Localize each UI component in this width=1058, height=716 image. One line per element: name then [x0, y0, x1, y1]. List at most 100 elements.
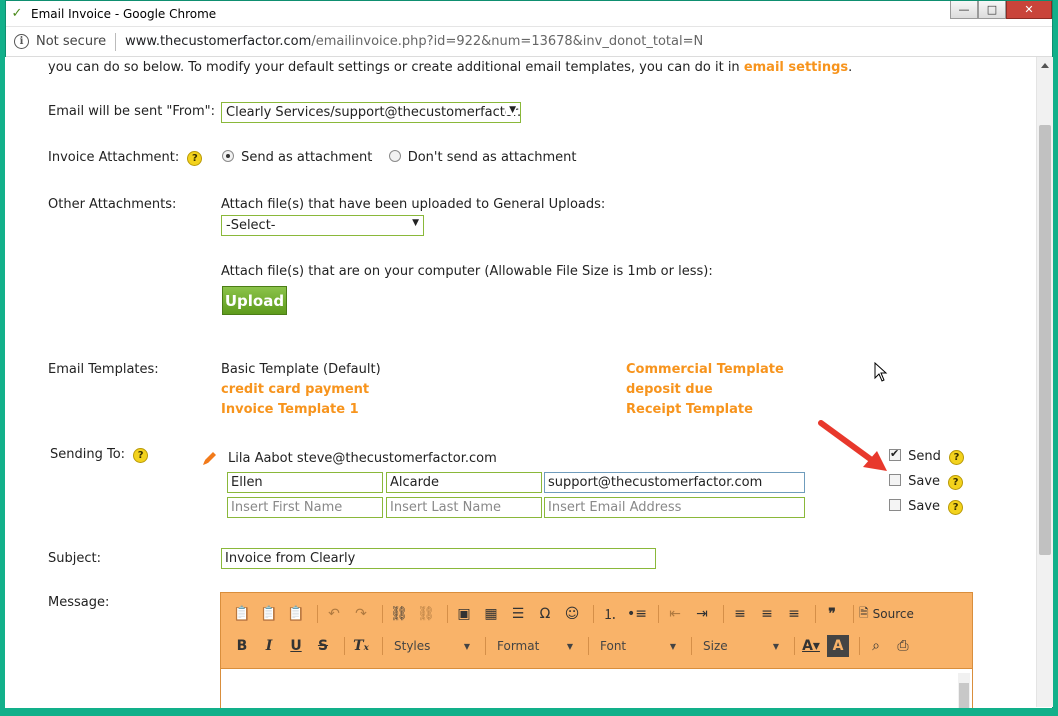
close-button[interactable]: ✕: [1006, 1, 1052, 19]
editor-toolbar-row-1: 📋 📋 📋 ↶ ↷ ⛓ ⛓ ▣ ▦ ☰ Ω ☺ ⒈ •≡ ⇤ ⇥ ≡ ≡ ≡ ❞…: [231, 601, 919, 627]
from-select[interactable]: Clearly Services/support@thecustomerfact…: [221, 102, 521, 123]
chevron-down-icon: ▼: [566, 641, 573, 651]
horizontal-line-icon[interactable]: ☰: [507, 603, 529, 625]
intro-trailing: .: [848, 60, 853, 75]
email-input[interactable]: [544, 472, 805, 493]
align-center-icon[interactable]: ≡: [756, 603, 778, 625]
toolbar-divider: [588, 637, 589, 655]
align-right-icon[interactable]: ≡: [783, 603, 805, 625]
send-label: Send: [908, 449, 941, 464]
image-icon[interactable]: ▣: [453, 603, 475, 625]
link-icon[interactable]: ⛓: [388, 603, 410, 625]
last-name-input[interactable]: [386, 472, 542, 493]
page-scrollbar[interactable]: [1036, 57, 1053, 707]
italic-icon[interactable]: I: [258, 635, 280, 657]
first-name-input[interactable]: [227, 472, 383, 493]
numbered-list-icon[interactable]: ⒈: [599, 603, 621, 625]
blockquote-icon[interactable]: ❞: [821, 603, 843, 625]
edit-pencil-icon[interactable]: [201, 449, 219, 467]
help-icon[interactable]: ?: [133, 448, 149, 463]
preview-icon[interactable]: ⌕: [865, 635, 887, 657]
background-color-icon[interactable]: A: [827, 635, 849, 657]
sending-to-text: Sending To:: [50, 447, 126, 462]
template-deposit-due[interactable]: deposit due: [626, 382, 713, 397]
redo-icon[interactable]: ↷: [350, 603, 372, 625]
styles-dropdown[interactable]: Styles ▼: [388, 635, 476, 657]
maximize-button[interactable]: □: [978, 1, 1006, 19]
save-checkbox-2[interactable]: [889, 499, 901, 511]
chevron-down-icon: ▼: [409, 218, 419, 228]
general-uploads-select[interactable]: -Select- ▼: [221, 215, 424, 236]
subject-input[interactable]: [221, 548, 656, 569]
unlink-icon[interactable]: ⛓: [415, 603, 437, 625]
special-character-icon[interactable]: Ω: [534, 603, 556, 625]
text-color-icon[interactable]: A▾: [800, 635, 822, 657]
dont-send-attachment-radio[interactable]: [388, 150, 401, 162]
toolbar-divider: [382, 637, 383, 655]
template-invoice-1[interactable]: Invoice Template 1: [221, 402, 359, 417]
dont-send-attachment-label[interactable]: Don't send as attachment: [408, 150, 577, 165]
new-last-name-input[interactable]: [386, 497, 542, 518]
outdent-icon[interactable]: ⇤: [664, 603, 686, 625]
source-doc-icon: 🗎: [859, 605, 869, 620]
chevron-down-icon: ▼: [506, 105, 516, 115]
address-bar[interactable]: i Not secure www.thecustomerfactor.com/e…: [6, 27, 1052, 57]
new-email-input[interactable]: [544, 497, 805, 518]
sending-to-label: Sending To: ?: [50, 447, 149, 463]
template-basic[interactable]: Basic Template (Default): [221, 362, 381, 377]
copy-icon[interactable]: 📋: [258, 603, 280, 625]
toolbar-divider: [691, 637, 692, 655]
strikethrough-icon[interactable]: S: [312, 635, 334, 657]
indent-icon[interactable]: ⇥: [691, 603, 713, 625]
font-dropdown[interactable]: Font ▼: [594, 635, 682, 657]
smiley-icon[interactable]: ☺: [561, 603, 583, 625]
send-as-attachment-radio[interactable]: [222, 150, 234, 162]
help-icon[interactable]: ?: [187, 151, 203, 166]
security-label[interactable]: Not secure: [36, 34, 106, 49]
undo-icon[interactable]: ↶: [323, 603, 345, 625]
page-content: you can do so below. To modify your defa…: [5, 57, 1035, 711]
message-body[interactable]: [221, 668, 972, 711]
from-label: Email will be sent "From":: [48, 104, 215, 119]
url-path: /emailinvoice.php?id=922&num=13678&inv_d…: [311, 34, 704, 49]
url-text[interactable]: www.thecustomerfactor.com/emailinvoice.p…: [125, 34, 703, 49]
editor-scroll-thumb[interactable]: [959, 683, 969, 711]
cut-icon[interactable]: 📋: [231, 603, 253, 625]
chevron-down-icon: ▼: [463, 641, 470, 651]
message-editor: 📋 📋 📋 ↶ ↷ ⛓ ⛓ ▣ ▦ ☰ Ω ☺ ⒈ •≡ ⇤ ⇥ ≡ ≡ ≡ ❞…: [220, 592, 973, 711]
paste-icon[interactable]: 📋: [285, 603, 307, 625]
send-option: Send ?: [889, 447, 965, 465]
send-as-attachment-label[interactable]: Send as attachment: [241, 150, 372, 165]
template-commercial[interactable]: Commercial Template: [626, 362, 784, 377]
new-first-name-input[interactable]: [227, 497, 383, 518]
toolbar-divider: [815, 605, 816, 623]
template-credit-card-payment[interactable]: credit card payment: [221, 382, 369, 397]
chevron-down-icon: ▼: [669, 641, 676, 651]
bulleted-list-icon[interactable]: •≡: [626, 603, 648, 625]
window-title: Email Invoice - Google Chrome: [31, 6, 217, 21]
underline-icon[interactable]: U: [285, 635, 307, 657]
editor-scrollbar[interactable]: [958, 673, 970, 711]
print-icon[interactable]: ⎙: [892, 635, 914, 657]
info-icon[interactable]: i: [14, 34, 29, 49]
toolbar-divider: [593, 605, 594, 623]
scroll-up-icon[interactable]: [1041, 63, 1049, 68]
email-settings-link[interactable]: email settings: [744, 60, 848, 75]
help-icon[interactable]: ?: [948, 500, 964, 515]
table-icon[interactable]: ▦: [480, 603, 502, 625]
help-icon[interactable]: ?: [949, 450, 965, 465]
bold-icon[interactable]: B: [231, 635, 253, 657]
template-receipt[interactable]: Receipt Template: [626, 402, 753, 417]
align-left-icon[interactable]: ≡: [729, 603, 751, 625]
size-dropdown[interactable]: Size ▼: [697, 635, 785, 657]
title-bar: ✓ Email Invoice - Google Chrome — □ ✕: [6, 1, 1052, 27]
format-dropdown[interactable]: Format ▼: [491, 635, 579, 657]
remove-format-icon[interactable]: Tₓ: [350, 635, 372, 657]
page-scroll-thumb[interactable]: [1039, 125, 1051, 555]
general-uploads-value: -Select-: [226, 218, 276, 233]
toolbar-divider: [658, 605, 659, 623]
minimize-button[interactable]: —: [950, 1, 978, 19]
source-button[interactable]: 🗎 Source: [859, 603, 914, 625]
help-icon[interactable]: ?: [948, 475, 964, 490]
upload-button[interactable]: Upload: [222, 286, 287, 315]
